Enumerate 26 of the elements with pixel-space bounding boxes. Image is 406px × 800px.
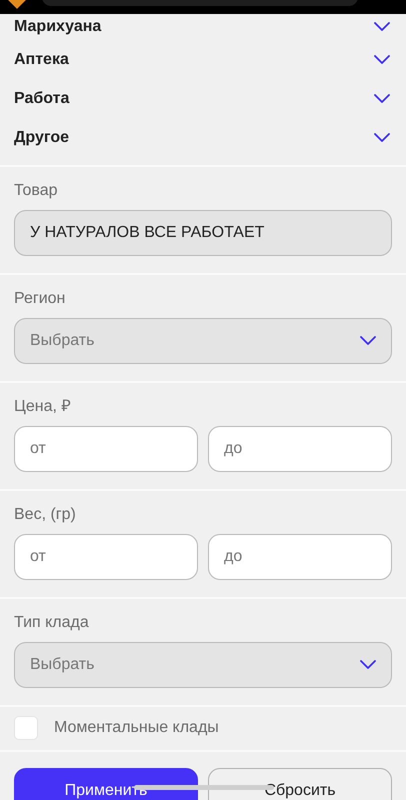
from-input[interactable]: от xyxy=(14,534,198,580)
category-item[interactable]: Аптека xyxy=(0,40,406,79)
select-field[interactable]: Выбрать xyxy=(14,318,392,364)
field-label: Товар xyxy=(14,181,59,201)
apply-button[interactable]: Применить xyxy=(14,768,198,800)
category-item[interactable]: Другое xyxy=(0,118,406,157)
checkbox-label: Моментальные клады xyxy=(54,719,219,737)
reset-button[interactable]: Сбросить xyxy=(208,768,392,800)
chevron-icon xyxy=(374,132,390,142)
to-input[interactable]: до xyxy=(208,426,392,472)
chevron-icon xyxy=(360,660,376,670)
to-input[interactable]: до xyxy=(208,534,392,580)
field-label: Вес, (гр) xyxy=(14,505,77,525)
category-item[interactable]: Работа xyxy=(0,79,406,118)
field-label: Регион xyxy=(14,289,66,309)
chevron-icon xyxy=(374,54,390,64)
chevron-icon xyxy=(374,22,390,32)
select-field[interactable]: Выбрать xyxy=(14,642,392,688)
chevron-icon xyxy=(374,94,390,104)
field-label: Тип клада xyxy=(14,613,90,633)
field-label: Цена, ₽ xyxy=(14,397,72,417)
product-input[interactable]: У НАТУРАЛОВ ВСЕ РАБОТАЕТ xyxy=(14,210,392,256)
category-item[interactable]: Марихуана xyxy=(0,14,406,40)
chevron-icon xyxy=(360,336,376,346)
from-input[interactable]: от xyxy=(14,426,198,472)
checkbox[interactable] xyxy=(14,716,38,740)
